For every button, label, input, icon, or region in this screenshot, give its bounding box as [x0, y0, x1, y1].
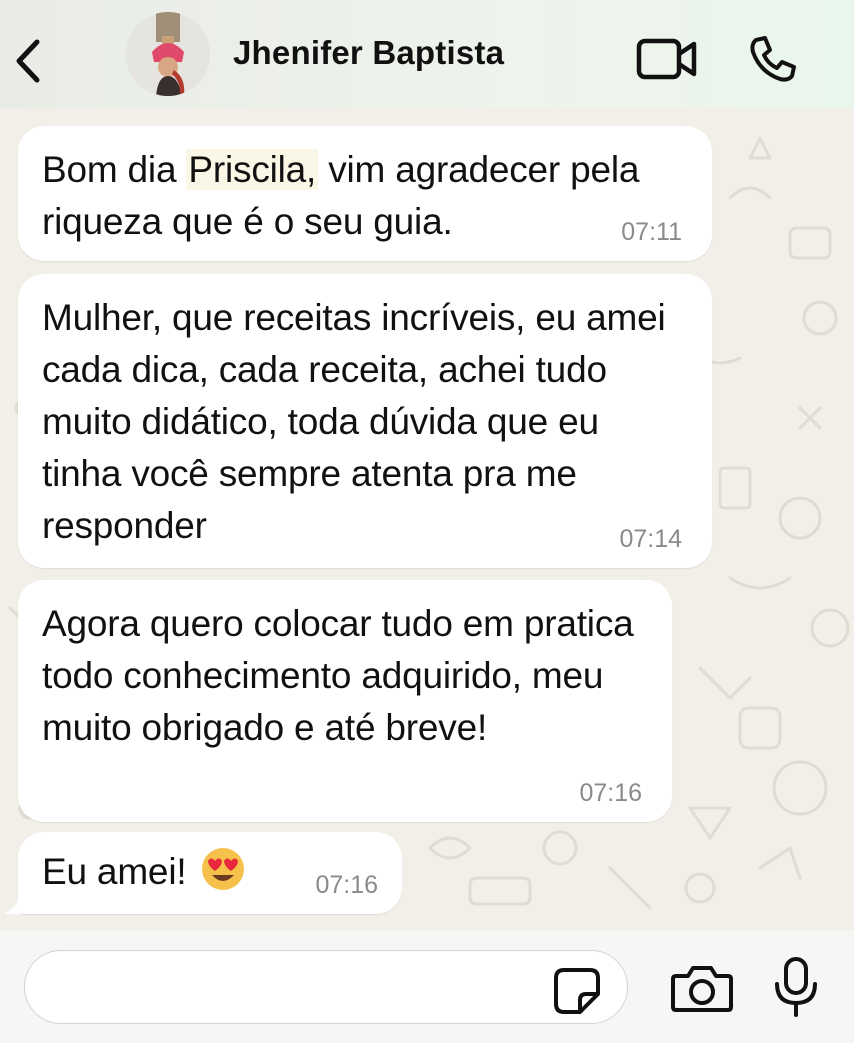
chevron-left-icon — [16, 39, 40, 83]
message-bubble[interactable]: Agora quero colocar tudo em pratica todo… — [18, 580, 672, 822]
message-bubble[interactable]: Eu amei! 07:16 — [18, 832, 402, 914]
composer-bar — [0, 930, 854, 1043]
message-timestamp: 07:11 — [621, 218, 682, 246]
message-text: Mulher, que receitas incríveis, eu amei … — [42, 297, 666, 546]
video-call-button[interactable] — [636, 38, 698, 80]
back-button[interactable] — [10, 36, 44, 86]
phone-icon — [750, 36, 796, 82]
video-camera-icon — [636, 38, 697, 80]
message-text-part: Bom dia — [42, 149, 187, 190]
message-bubble[interactable]: Bom dia Priscila, vim agradecer pela riq… — [18, 126, 712, 261]
camera-icon — [671, 966, 733, 1012]
camera-button[interactable] — [670, 962, 734, 1014]
sticker-button[interactable] — [552, 966, 602, 1016]
message-timestamp: 07:16 — [315, 871, 378, 899]
message-text: Bom dia Priscila, vim agradecer pela riq… — [42, 144, 688, 248]
avatar-photo — [126, 12, 210, 96]
message-bubble[interactable]: Mulher, que receitas incríveis, eu amei … — [18, 274, 712, 568]
highlighted-name: Priscila, — [186, 149, 319, 190]
chat-header: Jhenifer Baptista — [0, 0, 854, 108]
sticker-icon — [554, 968, 600, 1014]
message-text-part: Eu amei! — [42, 851, 187, 892]
contact-avatar[interactable] — [126, 12, 210, 96]
message-timestamp: 07:16 — [579, 779, 642, 807]
voice-call-button[interactable] — [748, 34, 798, 84]
microphone-icon — [775, 957, 817, 1017]
contact-name[interactable]: Jhenifer Baptista — [233, 34, 504, 72]
microphone-button[interactable] — [772, 956, 820, 1018]
message-text: Agora quero colocar tudo em pratica todo… — [42, 603, 634, 748]
message-timestamp: 07:14 — [619, 525, 682, 553]
message-input[interactable] — [24, 950, 628, 1024]
heart-eyes-emoji-icon — [202, 848, 245, 890]
chat-area[interactable]: Bom dia Priscila, vim agradecer pela riq… — [0, 108, 854, 930]
